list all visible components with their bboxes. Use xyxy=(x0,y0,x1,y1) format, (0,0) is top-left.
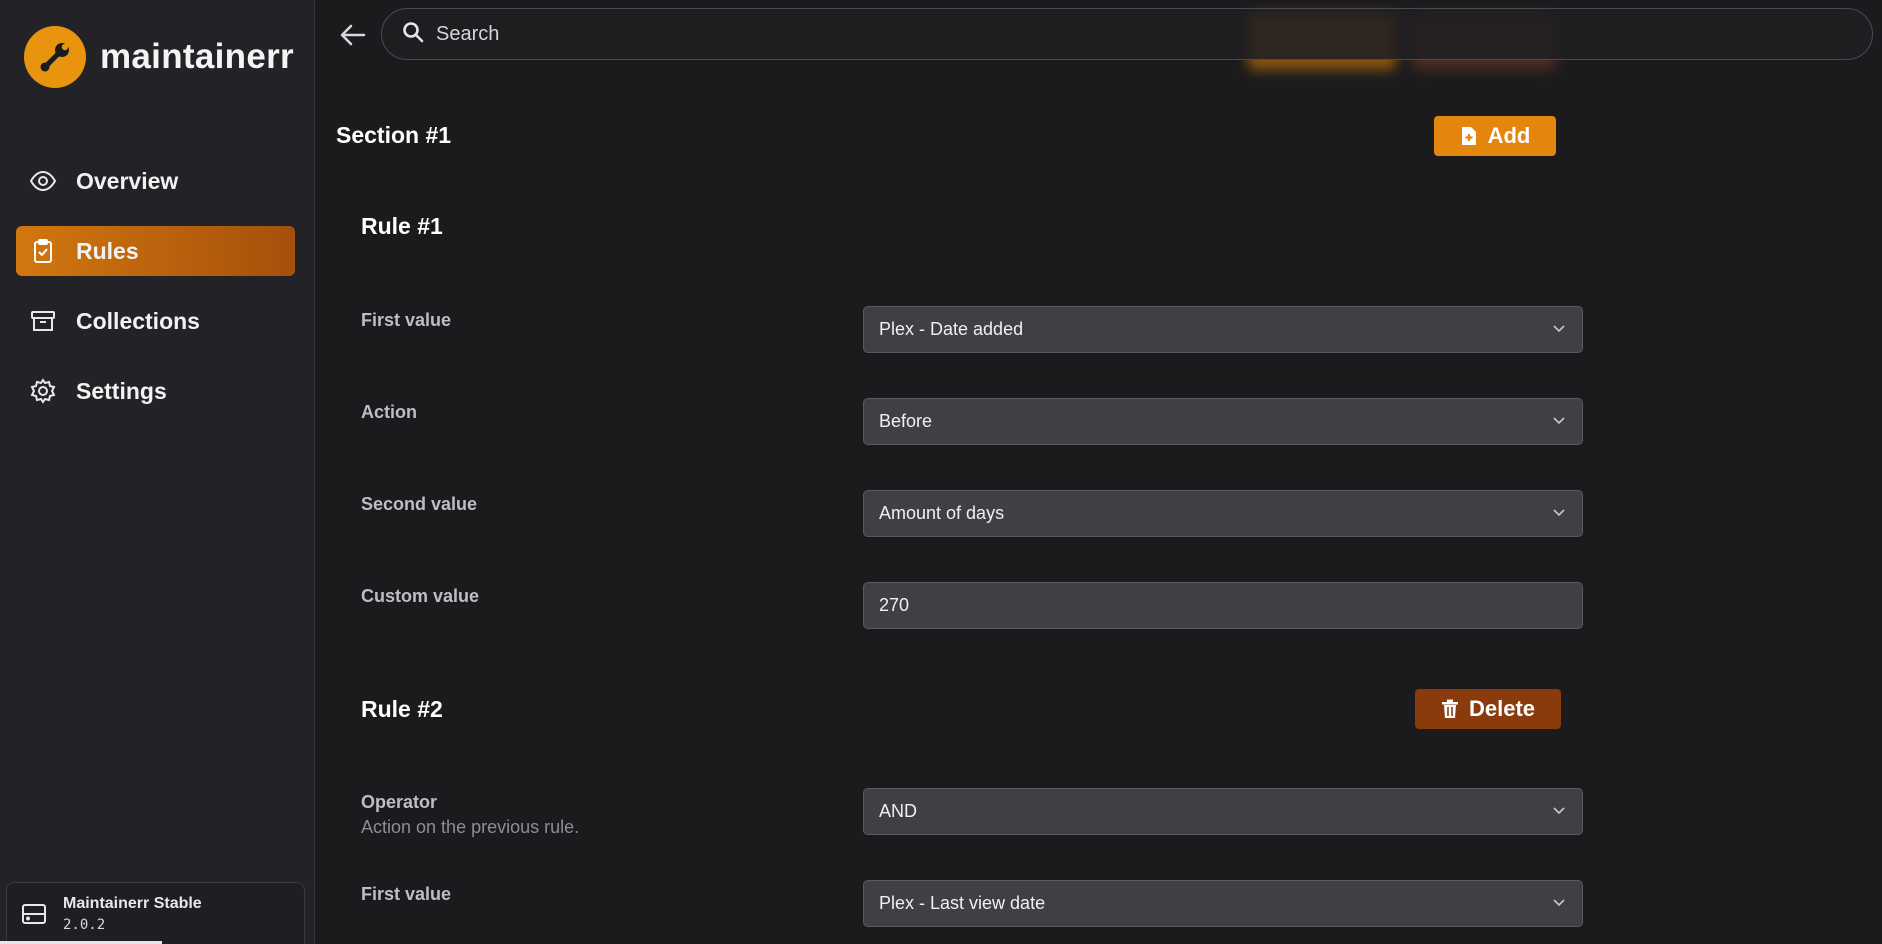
select-value: Before xyxy=(879,411,933,431)
field-label: First value xyxy=(361,310,452,330)
delete-rule-button[interactable]: Delete xyxy=(1415,689,1561,729)
rule-title: Rule #2 xyxy=(361,696,443,722)
sidebar-item-label: Settings xyxy=(76,377,167,404)
sidebar-item-rules[interactable]: Rules xyxy=(16,226,295,276)
chevron-down-icon xyxy=(1552,319,1566,340)
operator-select[interactable]: AND xyxy=(863,788,1583,835)
sidebar-item-settings[interactable]: Settings xyxy=(16,366,295,416)
app-logo[interactable]: maintainerr xyxy=(24,26,294,88)
app-name: maintainerr xyxy=(100,37,294,76)
field-label: Action xyxy=(361,402,417,422)
sidebar-item-label: Rules xyxy=(76,237,139,264)
second-value-select[interactable]: Amount of days xyxy=(863,490,1583,537)
chevron-down-icon xyxy=(1552,503,1566,524)
chevron-down-icon xyxy=(1552,801,1566,822)
section-title: Section #1 xyxy=(336,122,452,148)
first-value-select[interactable]: Plex - Date added xyxy=(863,306,1583,353)
rule-title: Rule #1 xyxy=(361,213,443,239)
add-button-label: Add xyxy=(1487,123,1531,148)
sidebar-nav: Overview Rules Collections Settings xyxy=(16,156,295,436)
search-icon xyxy=(402,21,424,48)
clipboard-check-icon xyxy=(28,236,58,266)
field-label: Custom value xyxy=(361,586,480,606)
sidebar-item-label: Collections xyxy=(76,307,200,334)
action-select[interactable]: Before xyxy=(863,398,1583,445)
version-number: 2.0.2 xyxy=(63,916,106,933)
search-input[interactable] xyxy=(436,22,1836,46)
select-value: Plex - Last view date xyxy=(879,893,1046,913)
select-value: AND xyxy=(879,801,918,821)
trash-icon xyxy=(1441,699,1459,719)
eye-icon xyxy=(28,166,58,196)
wrench-icon xyxy=(24,26,86,88)
document-plus-icon xyxy=(1460,126,1478,146)
sidebar-item-overview[interactable]: Overview xyxy=(16,156,295,206)
custom-value-input[interactable] xyxy=(863,582,1583,629)
field-label: Operator xyxy=(361,792,438,812)
select-value: Amount of days xyxy=(879,503,1005,523)
gear-icon xyxy=(28,376,58,406)
delete-button-label: Delete xyxy=(1468,696,1536,721)
sidebar-item-label: Overview xyxy=(76,167,179,194)
field-label: First value xyxy=(361,884,452,904)
field-label: Second value xyxy=(361,494,478,514)
version-card[interactable]: Maintainerr Stable 2.0.2 xyxy=(6,882,305,944)
sidebar: maintainerr Overview Rules Collections S… xyxy=(0,0,315,944)
version-name: Maintainerr Stable xyxy=(63,894,202,912)
server-icon xyxy=(19,899,49,929)
add-rule-button[interactable]: Add xyxy=(1434,116,1556,156)
first-value-select[interactable]: Plex - Last view date xyxy=(863,880,1583,927)
select-value: Plex - Date added xyxy=(879,319,1024,339)
field-description: Action on the previous rule. xyxy=(361,817,580,837)
chevron-down-icon xyxy=(1552,893,1566,914)
search-bar[interactable] xyxy=(381,8,1873,60)
chevron-down-icon xyxy=(1552,411,1566,432)
back-arrow-icon[interactable] xyxy=(336,18,370,52)
sidebar-item-collections[interactable]: Collections xyxy=(16,296,295,346)
archive-box-icon xyxy=(28,306,58,336)
